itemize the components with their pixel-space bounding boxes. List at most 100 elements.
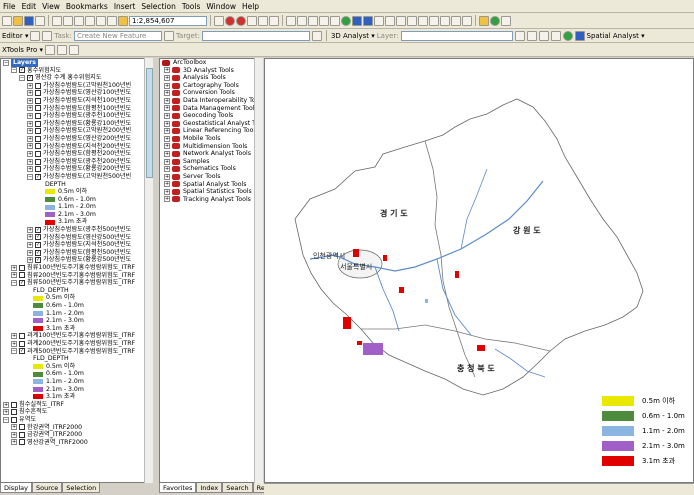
menu-selection[interactable]: Selection bbox=[141, 2, 176, 11]
toolbox-item-label[interactable]: Network Analyst Tools bbox=[183, 150, 251, 158]
toolbox-item-label[interactable]: Cartography Tools bbox=[183, 82, 239, 90]
collapse-icon[interactable]: − bbox=[19, 74, 25, 81]
toolbox-item-label[interactable]: Conversion Tools bbox=[183, 89, 235, 97]
toolbox-item-label[interactable]: Schematics Tools bbox=[183, 165, 236, 173]
toolbox-item[interactable]: +3D Analyst Tools bbox=[160, 67, 262, 75]
toc-layer-row[interactable]: + 가상침수범람도(영산강200년빈도 bbox=[1, 135, 152, 143]
legend-swatch[interactable] bbox=[33, 326, 43, 332]
toc-layer-row[interactable]: − 유역도 bbox=[1, 416, 152, 424]
expand-icon[interactable]: + bbox=[27, 158, 33, 165]
layers-root[interactable]: Layers bbox=[11, 59, 38, 67]
expand-icon[interactable]: + bbox=[27, 90, 33, 97]
arctoolbox-icon[interactable] bbox=[225, 15, 235, 26]
tab-selection[interactable]: Selection bbox=[62, 483, 101, 493]
layer-name[interactable]: 가상침수범람도(광주천500년빈도 bbox=[43, 226, 131, 234]
layer-visibility-checkbox[interactable] bbox=[19, 439, 25, 446]
split-tool-icon[interactable] bbox=[163, 30, 174, 41]
target-combo[interactable] bbox=[201, 30, 310, 41]
toolbox-item-label[interactable]: Samples bbox=[183, 158, 209, 166]
expand-icon[interactable]: + bbox=[3, 401, 9, 408]
expand-icon[interactable]: + bbox=[164, 135, 170, 142]
collapse-icon[interactable]: − bbox=[3, 416, 9, 423]
menu-view[interactable]: View bbox=[42, 2, 60, 11]
toc-layer-row[interactable]: + 한강권역_ITRF2000 bbox=[1, 424, 152, 432]
layer-name[interactable]: 가상침수범람도(황룡강500년빈도 bbox=[43, 256, 131, 264]
toc-layer-row[interactable]: + 금강권역_ITRF2000 bbox=[1, 431, 152, 439]
toolbox-item[interactable]: + Geostatistical Analyst Tools bbox=[160, 120, 262, 128]
expand-icon[interactable]: + bbox=[27, 143, 33, 150]
toolbox-item-label[interactable]: 3D Analyst Tools bbox=[183, 67, 234, 75]
layer-visibility-checkbox[interactable] bbox=[35, 166, 41, 173]
toolbox-item-label[interactable]: Linear Referencing Tools bbox=[183, 127, 258, 135]
layer-visibility-checkbox[interactable] bbox=[19, 333, 25, 340]
redo-icon[interactable] bbox=[107, 15, 117, 26]
layer-name[interactable]: 가상침수범람도(영산강200년빈도 bbox=[43, 135, 131, 143]
toc-layer-row[interactable]: + ✓ 가상침수범람도(광주천500년빈도 bbox=[1, 226, 152, 234]
layer-visibility-checkbox[interactable]: ✓ bbox=[35, 226, 41, 233]
expand-icon[interactable]: + bbox=[164, 67, 170, 74]
legend-swatch[interactable] bbox=[33, 386, 43, 392]
toolbox-item[interactable]: + Conversion Tools bbox=[160, 89, 262, 97]
save-icon[interactable] bbox=[24, 15, 34, 26]
select-features-icon[interactable] bbox=[374, 15, 384, 26]
line-of-sight-icon[interactable] bbox=[538, 30, 549, 41]
layer-combo[interactable] bbox=[400, 30, 513, 41]
toolbox-item-label[interactable]: Tracking Analyst Tools bbox=[183, 196, 251, 204]
whats-this-icon[interactable] bbox=[269, 15, 279, 26]
layer-visibility-checkbox[interactable] bbox=[35, 120, 41, 127]
toc-layer-row[interactable]: + 가상침수범람도(영산강100년빈도 bbox=[1, 89, 152, 97]
legend-swatch[interactable] bbox=[33, 318, 43, 324]
layer-visibility-checkbox[interactable]: ✓ bbox=[35, 234, 41, 241]
3d-analyst-menu[interactable]: 3D Analyst ▾ bbox=[331, 32, 375, 40]
layer-visibility-checkbox[interactable] bbox=[35, 112, 41, 119]
layer-visibility-checkbox[interactable] bbox=[11, 416, 17, 423]
layer-visibility-checkbox[interactable] bbox=[35, 97, 41, 104]
expand-icon[interactable]: + bbox=[164, 112, 170, 119]
command-line-icon[interactable] bbox=[247, 15, 257, 26]
toc-layer-row[interactable]: + 영산강권역_ITRF2000 bbox=[1, 439, 152, 447]
expand-icon[interactable]: + bbox=[11, 340, 17, 347]
select-elements-icon[interactable] bbox=[385, 15, 395, 26]
menu-help[interactable]: Help bbox=[242, 2, 259, 11]
expand-icon[interactable]: + bbox=[164, 196, 170, 203]
collapse-icon[interactable]: − bbox=[3, 59, 9, 66]
expand-icon[interactable]: + bbox=[27, 82, 33, 89]
toolbox-item[interactable]: + Samples bbox=[160, 158, 262, 166]
toolbox-item[interactable]: + Spatial Statistics Tools bbox=[160, 188, 262, 196]
layer-name[interactable]: 가상침수범람도(지석천200년빈도 bbox=[43, 143, 131, 151]
toc-layer-row[interactable]: + 침수흔적도 bbox=[1, 408, 152, 416]
collapse-icon[interactable]: − bbox=[11, 348, 17, 355]
tab-search[interactable]: Search bbox=[222, 483, 253, 493]
layer-name[interactable]: 유역도 bbox=[19, 416, 36, 424]
time-slider-icon[interactable] bbox=[462, 15, 472, 26]
undo-icon[interactable] bbox=[96, 15, 106, 26]
toolbox-item[interactable]: + Analysis Tools bbox=[160, 74, 262, 82]
model-builder-icon[interactable] bbox=[258, 15, 268, 26]
expand-icon[interactable]: + bbox=[11, 424, 17, 431]
full-extent-icon[interactable] bbox=[341, 15, 351, 26]
expand-icon[interactable]: + bbox=[3, 409, 9, 416]
layer-name[interactable]: 과계200년빈도주기홍수범람위험도_ITRF bbox=[27, 340, 135, 348]
layer-name[interactable]: 과계500년빈도주기홍수범람위험도_ITRF bbox=[27, 348, 135, 356]
fixed-zoom-out-icon[interactable] bbox=[319, 15, 329, 26]
new-document-icon[interactable] bbox=[2, 15, 12, 26]
zoom-in-icon[interactable] bbox=[286, 15, 296, 26]
expand-icon[interactable]: + bbox=[164, 97, 170, 104]
expand-icon[interactable]: + bbox=[27, 234, 33, 241]
toolbox-item[interactable]: + Data Interoperability Tools bbox=[160, 97, 262, 105]
expand-icon[interactable]: + bbox=[27, 105, 33, 112]
layer-visibility-checkbox[interactable] bbox=[35, 150, 41, 157]
open-folder-icon[interactable] bbox=[13, 15, 23, 26]
toolbox-item-label[interactable]: Geostatistical Analyst Tools bbox=[183, 120, 262, 128]
layer-name[interactable]: 가상침수범람도(광주천100년빈도 bbox=[43, 112, 131, 120]
expand-icon[interactable]: + bbox=[164, 173, 170, 180]
layer-name[interactable]: 가상침수범람도(황룡강200년빈도 bbox=[43, 165, 131, 173]
expand-icon[interactable]: + bbox=[164, 188, 170, 195]
toc-layer-row[interactable]: − ✓ 영산강 수계 홍수위험지도 bbox=[1, 74, 152, 82]
expand-icon[interactable]: + bbox=[27, 112, 33, 119]
toc-layer-row[interactable]: + 과계200년빈도주기홍수범람위험도_ITRF bbox=[1, 340, 152, 348]
expand-icon[interactable]: + bbox=[27, 120, 33, 127]
zoom-out-icon[interactable] bbox=[297, 15, 307, 26]
toolbox-item[interactable]: + Linear Referencing Tools bbox=[160, 127, 262, 135]
layer-name[interactable]: 과계100년빈도주기홍수범람위험도_ITRF bbox=[27, 332, 135, 340]
